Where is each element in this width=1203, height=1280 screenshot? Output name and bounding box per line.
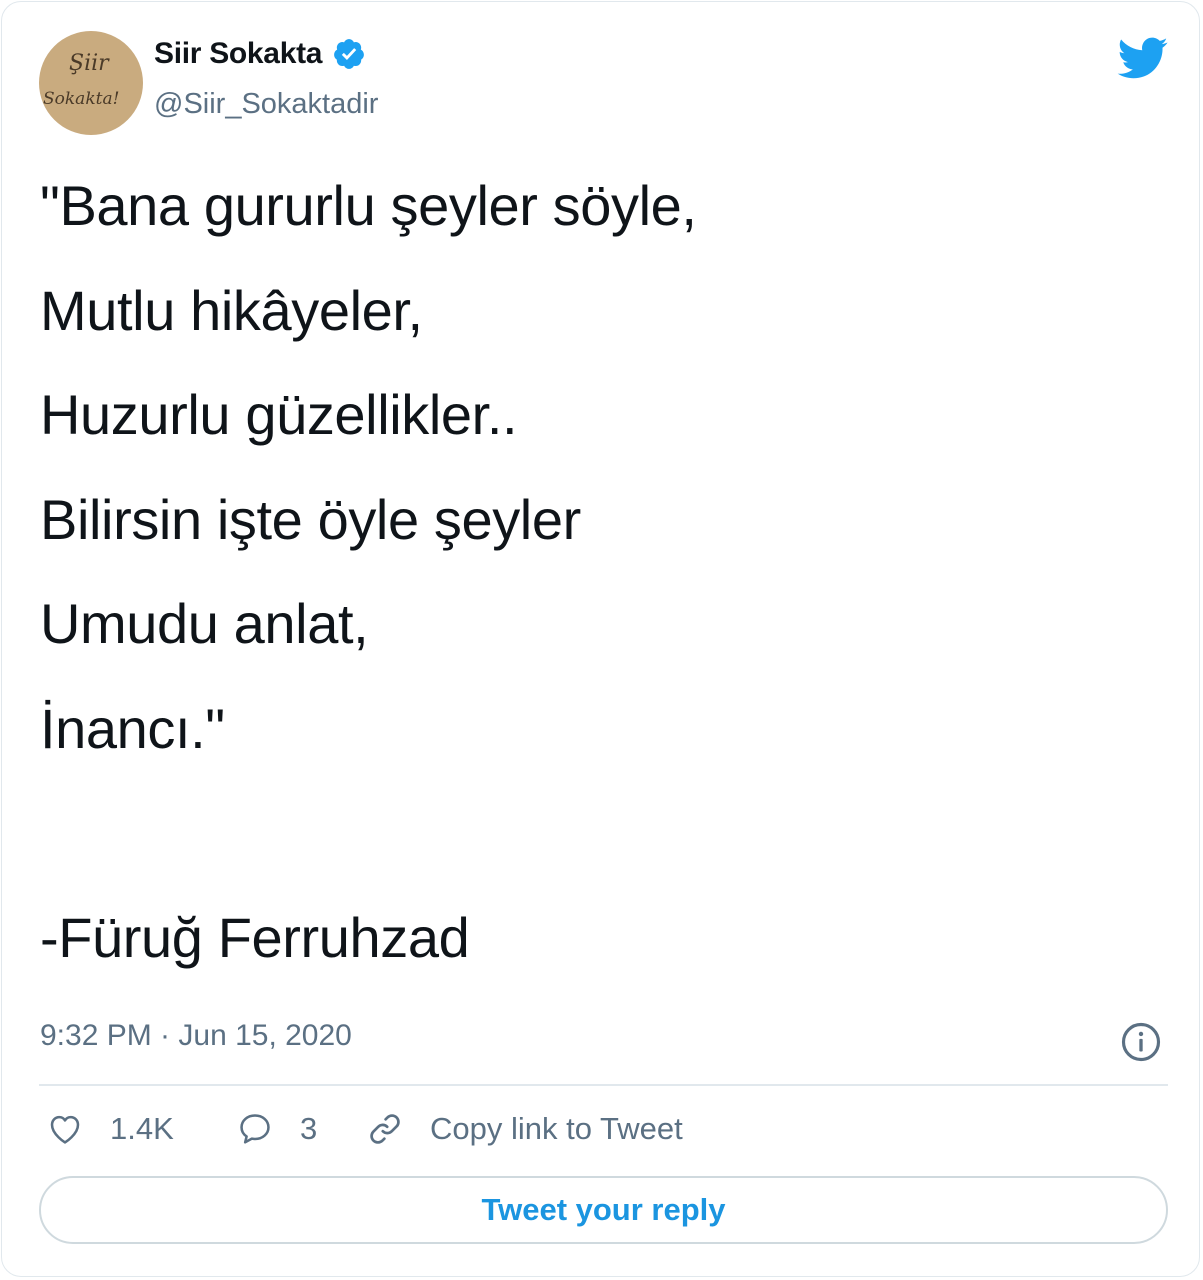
author-name-row[interactable]: Siir Sokakta	[154, 34, 366, 74]
avatar[interactable]: Şiir Sokakta!	[39, 31, 143, 135]
tweet-line: "Bana gururlu şeyler söyle,	[40, 174, 697, 237]
twitter-bird-icon[interactable]	[1115, 36, 1169, 80]
author-handle[interactable]: @Siir_Sokaktadir	[154, 88, 378, 121]
tweet-timestamp[interactable]: 9:32 PM · Jun 15, 2020	[40, 1019, 352, 1053]
tweet-line: Umudu anlat,	[40, 592, 369, 655]
tweet-text: "Bana gururlu şeyler söyle, Mutlu hikâye…	[40, 154, 1160, 990]
tweet-line: Huzurlu güzellikler..	[40, 383, 518, 446]
tweet-actions: 1.4K 3 Copy link to Tweet	[46, 1102, 683, 1156]
divider	[39, 1084, 1168, 1086]
reply-button[interactable]: 3	[236, 1110, 366, 1148]
reply-bubble-icon	[240, 1114, 270, 1144]
tweet-line: Bilirsin işte öyle şeyler	[40, 487, 581, 551]
reply-count: 3	[300, 1111, 318, 1146]
tweet-your-reply-button[interactable]: Tweet your reply	[39, 1176, 1168, 1244]
tweet-line: Mutlu hikâyeler,	[40, 278, 423, 342]
avatar-text-bottom: Sokakta!	[43, 89, 120, 109]
heart-icon	[50, 1115, 80, 1144]
tweet-line: -Füruğ Ferruhzad	[40, 905, 470, 969]
info-icon[interactable]	[1120, 1021, 1162, 1063]
tweet-line: İnancı."	[40, 696, 225, 760]
like-count: 1.4K	[110, 1111, 174, 1146]
copy-link-button[interactable]: Copy link to Tweet	[366, 1110, 683, 1148]
copy-link-label: Copy link to Tweet	[430, 1111, 683, 1146]
verified-badge-icon	[332, 37, 366, 71]
tweet-card: Şiir Sokakta! Siir Sokakta @Siir_Sokakta…	[1, 1, 1200, 1277]
avatar-text-top: Şiir	[69, 51, 109, 76]
like-button[interactable]: 1.4K	[46, 1110, 236, 1148]
author-name[interactable]: Siir Sokakta	[154, 37, 322, 71]
link-icon	[370, 1114, 400, 1144]
